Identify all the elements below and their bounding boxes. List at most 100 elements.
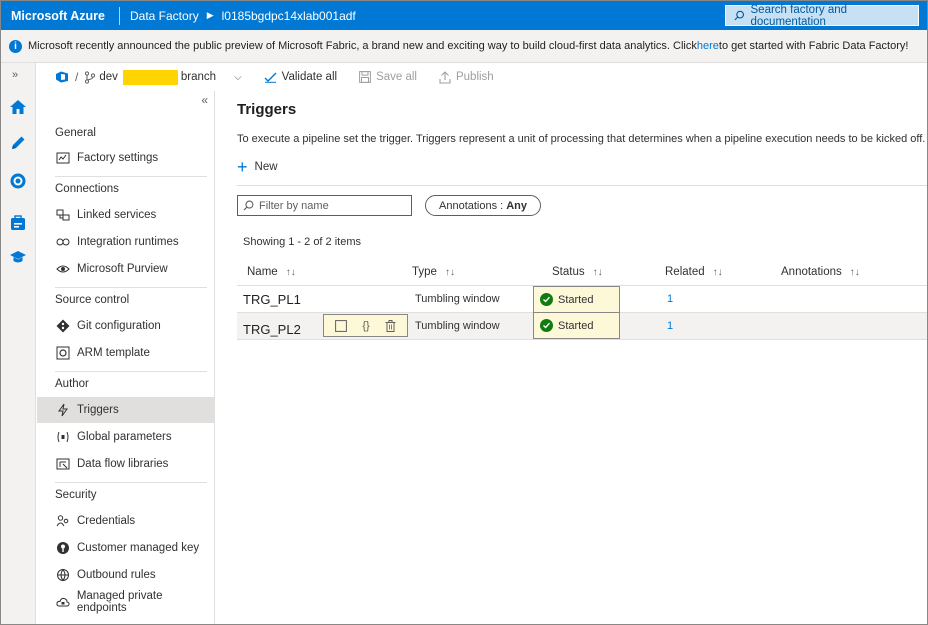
- table-row[interactable]: TRG_PL2 {} Tumbling window Started 1: [237, 312, 927, 342]
- sidebar-item-global-parameters[interactable]: Global parameters: [37, 424, 214, 450]
- new-trigger-button[interactable]: + New: [237, 158, 278, 176]
- banner-text-after: to get started with Fabric Data Factory!: [718, 40, 909, 52]
- home-icon[interactable]: [8, 97, 28, 117]
- sidebar-item-outbound-rules[interactable]: Outbound rules: [37, 562, 214, 588]
- learning-cap-icon[interactable]: [8, 247, 28, 267]
- publish-label: Publish: [455, 71, 494, 83]
- git-diamond-icon: [55, 318, 71, 334]
- sidebar-item-label: Managed private endpoints: [76, 590, 163, 614]
- filter-placeholder: Filter by name: [259, 199, 329, 212]
- factory-settings-icon: [55, 150, 71, 166]
- column-header-type[interactable]: Type ↑↓: [412, 266, 455, 278]
- branch-suffix: branch: [180, 71, 217, 83]
- sidebar-item-arm-template[interactable]: ARM template: [37, 340, 214, 366]
- table-row[interactable]: TRG_PL1 Tumbling window Started 1: [237, 286, 927, 313]
- left-rail: »: [1, 63, 36, 624]
- sidebar-item-label: Integration runtimes: [77, 236, 179, 248]
- checkbox-icon[interactable]: [335, 319, 348, 332]
- new-label: New: [254, 161, 278, 173]
- trigger-name[interactable]: TRG_PL1: [243, 286, 301, 312]
- collapse-sidebar-icon[interactable]: «: [201, 93, 208, 107]
- save-all-label: Save all: [376, 71, 417, 83]
- nav-divider: [55, 176, 207, 177]
- status-text: Started: [558, 319, 594, 332]
- key-icon: [55, 540, 71, 556]
- column-header-label: Type: [412, 266, 437, 278]
- sidebar-item-data-flow-libraries[interactable]: Data flow libraries: [37, 451, 214, 477]
- publish-button[interactable]: Publish: [439, 70, 494, 84]
- status-badge: Started: [533, 286, 620, 313]
- sidebar-item-label: Linked services: [77, 209, 157, 221]
- related-link[interactable]: 1: [667, 313, 673, 339]
- page-title: Triggers: [237, 101, 297, 118]
- search-box[interactable]: Search factory and documentation: [725, 3, 919, 28]
- row-actions: {}: [323, 314, 408, 337]
- info-icon: i: [9, 39, 22, 53]
- nav-divider: [55, 482, 207, 483]
- sort-arrows-icon: ↑↓: [592, 266, 603, 278]
- status-text: Started: [558, 293, 594, 306]
- trigger-type: Tumbling window: [415, 293, 500, 305]
- branch-chevron-down-icon[interactable]: ⌵: [234, 72, 242, 83]
- sidebar-item-integration-runtimes[interactable]: Integration runtimes: [37, 229, 214, 255]
- git-toolbar: / dev branch ⌵ Validate all Save all Pub…: [37, 63, 927, 91]
- code-braces-icon[interactable]: {}: [362, 320, 369, 332]
- related-link[interactable]: 1: [667, 286, 673, 312]
- nav-divider: [55, 287, 207, 288]
- check-circle-icon: [540, 293, 553, 306]
- filter-by-name-input[interactable]: Filter by name: [237, 195, 412, 216]
- sidebar-item-credentials[interactable]: Credentials: [37, 508, 214, 534]
- trigger-name[interactable]: TRG_PL2: [243, 316, 301, 342]
- search-icon: [243, 200, 254, 211]
- sidebar-item-customer-managed-key[interactable]: Customer managed key: [37, 535, 214, 561]
- sidebar-item-label: Git configuration: [77, 320, 161, 332]
- sidebar-item-label: Outbound rules: [77, 569, 156, 581]
- column-header-name[interactable]: Name ↑↓: [247, 266, 296, 278]
- sidebar-item-label: Factory settings: [77, 152, 159, 164]
- banner-here-link[interactable]: here: [697, 40, 719, 52]
- expand-rail-icon[interactable]: »: [12, 69, 18, 81]
- sidebar-item-label: Data flow libraries: [77, 458, 169, 470]
- breadcrumb-factory[interactable]: l0185bgdpc14xlab001adf: [222, 9, 356, 23]
- page-description: To execute a pipeline set the trigger. T…: [237, 133, 926, 145]
- breadcrumb: Data Factory ▶ l0185bgdpc14xlab001adf: [130, 9, 356, 23]
- purview-eye-icon: [55, 261, 71, 277]
- section-connections: Connections: [55, 183, 119, 195]
- sidebar-item-triggers[interactable]: Triggers: [37, 397, 214, 423]
- author-pencil-icon[interactable]: [8, 133, 28, 153]
- validate-check-icon: [264, 72, 277, 83]
- sidebar-item-linked-services[interactable]: Linked services: [37, 202, 214, 228]
- column-header-related[interactable]: Related ↑↓: [665, 266, 723, 278]
- column-header-annotations[interactable]: Annotations ↑↓: [781, 266, 860, 278]
- section-author: Author: [55, 378, 89, 390]
- sort-arrows-icon: ↑↓: [444, 266, 455, 278]
- annotations-filter-value: Any: [506, 199, 527, 212]
- status-badge: Started: [533, 312, 620, 339]
- sort-arrows-icon: ↑↓: [849, 266, 860, 278]
- annotations-filter-pill[interactable]: Annotations : Any: [425, 195, 541, 216]
- sidebar-item-label: Credentials: [77, 515, 136, 527]
- sidebar-item-git-configuration[interactable]: Git configuration: [37, 313, 214, 339]
- brand-link[interactable]: Microsoft Azure: [1, 9, 119, 23]
- monitor-gauge-icon[interactable]: [8, 171, 28, 191]
- save-all-button[interactable]: Save all: [359, 71, 417, 83]
- trigger-lightning-icon: [55, 402, 71, 418]
- sidebar-item-factory-settings[interactable]: Factory settings: [37, 145, 214, 171]
- sidebar-item-microsoft-purview[interactable]: Microsoft Purview: [37, 256, 214, 282]
- sidebar-item-label: ARM template: [77, 347, 150, 359]
- validate-all-button[interactable]: Validate all: [264, 71, 337, 83]
- sidebar-item-managed-private-endpoints[interactable]: Managed private endpoints: [37, 589, 214, 615]
- breadcrumb-service[interactable]: Data Factory: [130, 9, 199, 23]
- sort-arrows-icon: ↑↓: [712, 266, 723, 278]
- branch-selector[interactable]: dev branch: [84, 69, 217, 85]
- column-header-status[interactable]: Status ↑↓: [552, 266, 603, 278]
- validate-all-label: Validate all: [281, 71, 338, 83]
- annotations-filter-label: Annotations :: [439, 199, 504, 212]
- linked-services-icon: [55, 207, 71, 223]
- section-security: Security: [55, 489, 97, 501]
- manage-toolbox-icon[interactable]: [8, 213, 28, 233]
- search-placeholder: Search factory and documentation: [750, 3, 848, 28]
- banner-text-before: Microsoft recently announced the public …: [28, 40, 697, 52]
- delete-trash-icon[interactable]: [385, 319, 396, 332]
- save-icon: [359, 71, 371, 83]
